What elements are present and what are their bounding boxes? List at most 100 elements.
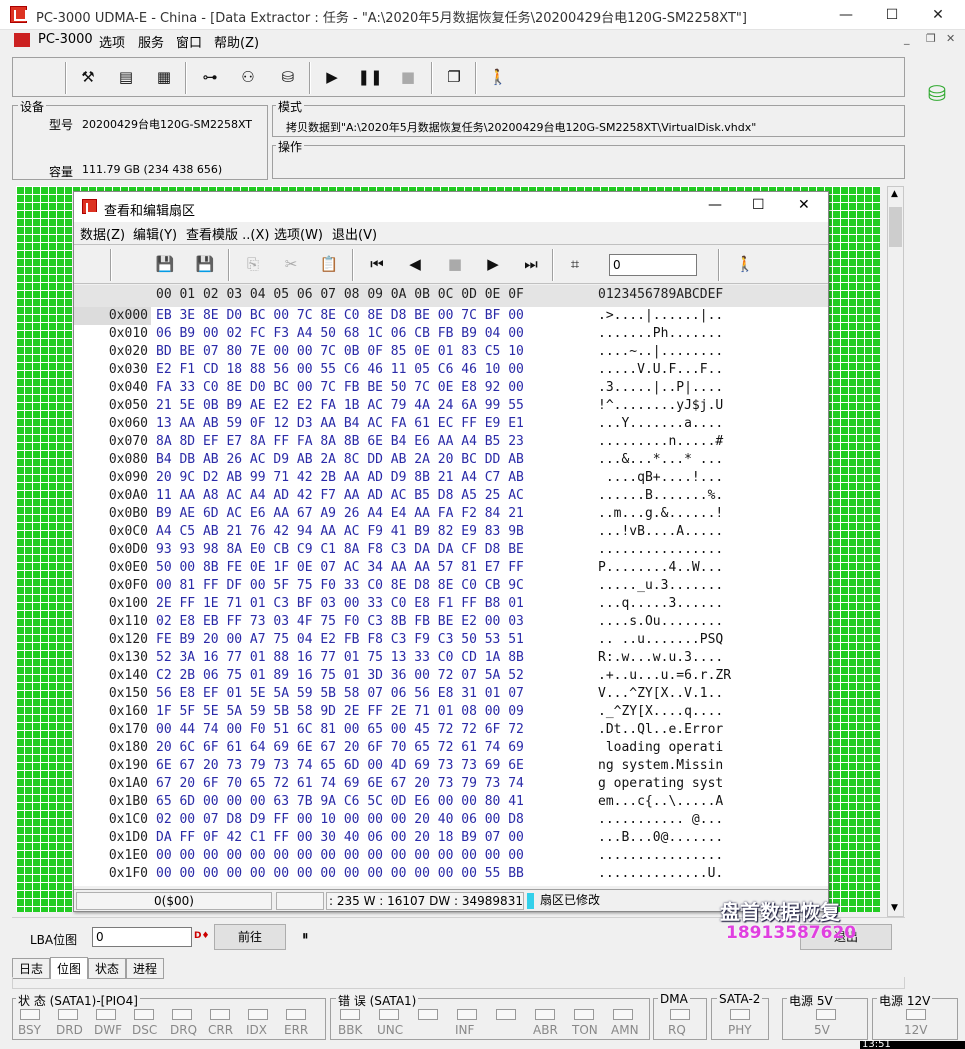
menu-help[interactable]: 帮助(Z)	[214, 32, 259, 51]
mdi-minimize-button[interactable]: _	[904, 32, 910, 45]
tab-status[interactable]: 状态	[88, 958, 127, 979]
tab-bitmap[interactable]: 位图	[50, 957, 89, 979]
hex-row-ascii[interactable]: ...&...*...* ...	[598, 451, 723, 469]
hex-row[interactable]: 0x130 52 3A 16 77 01 88 16 77 01 75 13 33…	[74, 649, 828, 667]
hex-row[interactable]: 0x150 56 E8 EF 01 5E 5A 59 5B 58 07 06 56…	[74, 685, 828, 703]
hex-row[interactable]: 0x060 13 AA AB 59 0F 12 D3 AA B4 AC FA 61…	[74, 415, 828, 433]
hex-row-ascii[interactable]: P........4..W...	[598, 559, 723, 577]
hex-row[interactable]: 0x0C0 A4 C5 AB 21 76 42 94 AA AC F9 41 B9…	[74, 523, 828, 541]
windows-icon[interactable]: ❐	[441, 64, 467, 90]
hex-row-bytes[interactable]: 02 E8 EB FF 73 03 4F 75 F0 C3 8B FB BE E…	[156, 613, 524, 631]
hex-row[interactable]: 0x160 1F 5F 5E 5A 59 5B 58 9D 2E FF 2E 71…	[74, 703, 828, 721]
scroll-up-icon[interactable]: ▲	[891, 189, 898, 199]
hex-row-ascii[interactable]: .>....|......|..	[598, 307, 723, 325]
save-as-icon[interactable]: 💾	[192, 251, 218, 277]
hex-row-ascii[interactable]: R:.w...w.u.3....	[598, 649, 723, 667]
hex-row-bytes[interactable]: B9 AE 6D AC E6 AA 67 A9 26 A4 E4 AA FA F…	[156, 505, 524, 523]
scroll-thumb[interactable]	[889, 207, 902, 247]
hex-row-ascii[interactable]: ....qB+....!...	[598, 469, 723, 487]
goto-button[interactable]: 前往	[214, 924, 286, 950]
hex-row[interactable]: 0x120 FE B9 20 00 A7 75 04 E2 FB F8 C3 F9…	[74, 631, 828, 649]
hex-row-bytes[interactable]: 21 5E 0B B9 AE E2 E2 FA 1B AC 79 4A 24 6…	[156, 397, 524, 415]
hex-row-ascii[interactable]: .3.....|..P|....	[598, 379, 723, 397]
hex-row-bytes[interactable]: 20 6C 6F 61 64 69 6E 67 20 6F 70 65 72 6…	[156, 739, 524, 757]
pause-icon[interactable]: ❚❚	[357, 64, 383, 90]
hex-row-bytes[interactable]: C2 2B 06 75 01 89 16 75 01 3D 36 00 72 0…	[156, 667, 524, 685]
hex-row-ascii[interactable]: .+..u...u.=6.r.ZR	[598, 667, 731, 685]
exit-run-icon[interactable]: 🚶	[485, 64, 511, 90]
hex-row-ascii[interactable]: ................	[598, 847, 723, 865]
hex-row-ascii[interactable]: g operating syst	[598, 775, 723, 793]
hex-row-bytes[interactable]: 00 00 00 00 00 00 00 00 00 00 00 00 00 0…	[156, 865, 524, 883]
binoculars-icon[interactable]: ⚇	[235, 64, 261, 90]
save-icon[interactable]: 💾	[152, 251, 178, 277]
hex-row-bytes[interactable]: 06 B9 00 02 FC F3 A4 50 68 1C 06 CB FB B…	[156, 325, 524, 343]
hex-row[interactable]: 0x1B0 65 6D 00 00 00 63 7B 9A C6 5C 0D E6…	[74, 793, 828, 811]
tree-icon[interactable]: ⊶	[197, 64, 223, 90]
hex-row[interactable]: 0x1D0 DA FF 0F 42 C1 FF 00 30 40 06 00 20…	[74, 829, 828, 847]
hex-row-bytes[interactable]: 2E FF 1E 71 01 C3 BF 03 00 33 C0 E8 F1 F…	[156, 595, 524, 613]
disk-export-icon[interactable]: ⛁	[275, 64, 301, 90]
hex-row-ascii[interactable]: ._^ZY[X....q....	[598, 703, 723, 721]
goto-sector-icon[interactable]: ⌗	[562, 251, 588, 277]
hex-row[interactable]: 0x0E0 50 00 8B FE 0E 1F 0E 07 AC 34 AA AA…	[74, 559, 828, 577]
hex-row-bytes[interactable]: BD BE 07 80 7E 00 00 7C 0B 0F 85 0E 01 8…	[156, 343, 524, 361]
cut-icon[interactable]: ✂	[278, 251, 304, 277]
hex-row-ascii[interactable]: .Dt..Ql..e.Error	[598, 721, 723, 739]
hex-row-ascii[interactable]: !^........yJ$j.U	[598, 397, 723, 415]
minimize-button[interactable]: —	[823, 0, 869, 30]
hex-row-bytes[interactable]: FE B9 20 00 A7 75 04 E2 FB F8 C3 F9 C3 5…	[156, 631, 524, 649]
hex-row-bytes[interactable]: EB 3E 8E D0 BC 00 7C 8E C0 8E D8 BE 00 7…	[156, 307, 524, 325]
hex-row-ascii[interactable]: .. ..u.......PSQ	[598, 631, 723, 649]
hex-row-ascii[interactable]: ....~..|........	[598, 343, 723, 361]
hex-row-ascii[interactable]: .........n.....#	[598, 433, 723, 451]
hex-row[interactable]: 0x070 8A 8D EF E7 8A FF FA 8A 8B 6E B4 E6…	[74, 433, 828, 451]
editor-menu-template[interactable]: 查看模版 ..(X)	[186, 224, 269, 243]
close-button[interactable]: ✕	[915, 0, 961, 30]
stop-icon[interactable]: ■	[395, 64, 421, 90]
hex-row[interactable]: 0x180 20 6C 6F 61 64 69 6E 67 20 6F 70 65…	[74, 739, 828, 757]
exit-run-icon[interactable]: 🚶	[732, 251, 758, 277]
hex-row-bytes[interactable]: 93 93 98 8A E0 CB C9 C1 8A F8 C3 DA DA C…	[156, 541, 524, 559]
stop-icon[interactable]: ■	[442, 251, 468, 277]
tab-process[interactable]: 进程	[126, 958, 165, 979]
hex-row-ascii[interactable]: ...!vB....A.....	[598, 523, 723, 541]
hex-row-bytes[interactable]: A4 C5 AB 21 76 42 94 AA AC F9 41 B9 82 E…	[156, 523, 524, 541]
hex-row-bytes[interactable]: 67 20 6F 70 65 72 61 74 69 6E 67 20 73 7…	[156, 775, 524, 793]
hex-row[interactable]: 0x190 6E 67 20 73 79 73 74 65 6D 00 4D 69…	[74, 757, 828, 775]
hex-row-bytes[interactable]: 52 3A 16 77 01 88 16 77 01 75 13 33 C0 C…	[156, 649, 524, 667]
hex-row-ascii[interactable]: ...q.....3......	[598, 595, 723, 613]
hex-row[interactable]: 0x030 E2 F1 CD 18 88 56 00 55 C6 46 11 05…	[74, 361, 828, 379]
pause-button[interactable]: ⏸	[302, 929, 309, 944]
hex-view[interactable]: 0x000 EB 3E 8E D0 BC 00 7C 8E C0 8E D8 BE…	[74, 307, 828, 886]
editor-menu-exit[interactable]: 退出(V)	[332, 224, 377, 243]
first-sector-icon[interactable]: ⏮	[364, 251, 390, 277]
hex-row[interactable]: 0x140 C2 2B 06 75 01 89 16 75 01 3D 36 00…	[74, 667, 828, 685]
editor-menu-edit[interactable]: 编辑(Y)	[133, 224, 177, 243]
hex-row-bytes[interactable]: DA FF 0F 42 C1 FF 00 30 40 06 00 20 18 B…	[156, 829, 524, 847]
card-icon[interactable]: ▤	[113, 64, 139, 90]
hex-row-ascii[interactable]: ...Y.......a....	[598, 415, 723, 433]
hex-row[interactable]: 0x1F0 00 00 00 00 00 00 00 00 00 00 00 00…	[74, 865, 828, 883]
hex-row[interactable]: 0x040 FA 33 C0 8E D0 BC 00 7C FB BE 50 7C…	[74, 379, 828, 397]
hex-row-bytes[interactable]: 50 00 8B FE 0E 1F 0E 07 AC 34 AA AA 57 8…	[156, 559, 524, 577]
mdi-close-button[interactable]: ✕	[946, 32, 955, 45]
hex-row-bytes[interactable]: 56 E8 EF 01 5E 5A 59 5B 58 07 06 56 E8 3…	[156, 685, 524, 703]
next-sector-icon[interactable]: ▶	[480, 251, 506, 277]
hex-row-bytes[interactable]: 8A 8D EF E7 8A FF FA 8A 8B 6E B4 E6 AA A…	[156, 433, 524, 451]
hex-row[interactable]: 0x170 00 44 74 00 F0 51 6C 81 00 65 00 45…	[74, 721, 828, 739]
hex-row-ascii[interactable]: ......B.......%.	[598, 487, 723, 505]
hex-row-ascii[interactable]: .......Ph.......	[598, 325, 723, 343]
mdi-restore-button[interactable]: ❐	[926, 32, 936, 45]
percent-doc-icon[interactable]: ▦	[151, 64, 177, 90]
hex-row[interactable]: 0x110 02 E8 EB FF 73 03 4F 75 F0 C3 8B FB…	[74, 613, 828, 631]
hex-row-bytes[interactable]: 02 00 07 D8 D9 FF 00 10 00 00 00 20 40 0…	[156, 811, 524, 829]
hex-row-bytes[interactable]: 00 81 FF DF 00 5F 75 F0 33 C0 8E D8 8E C…	[156, 577, 524, 595]
hex-row[interactable]: 0x0A0 11 AA A8 AC A4 AD 42 F7 AA AD AC B5…	[74, 487, 828, 505]
hex-row-bytes[interactable]: 1F 5F 5E 5A 59 5B 58 9D 2E FF 2E 71 01 0…	[156, 703, 524, 721]
database-icon[interactable]: ⛁	[922, 82, 952, 112]
last-sector-icon[interactable]: ⏭	[518, 251, 544, 277]
hex-row-ascii[interactable]: ng system.Missin	[598, 757, 723, 775]
hex-row-bytes[interactable]: FA 33 C0 8E D0 BC 00 7C FB BE 50 7C 0E E…	[156, 379, 524, 397]
menu-pc3000[interactable]: PC-3000	[38, 32, 93, 47]
